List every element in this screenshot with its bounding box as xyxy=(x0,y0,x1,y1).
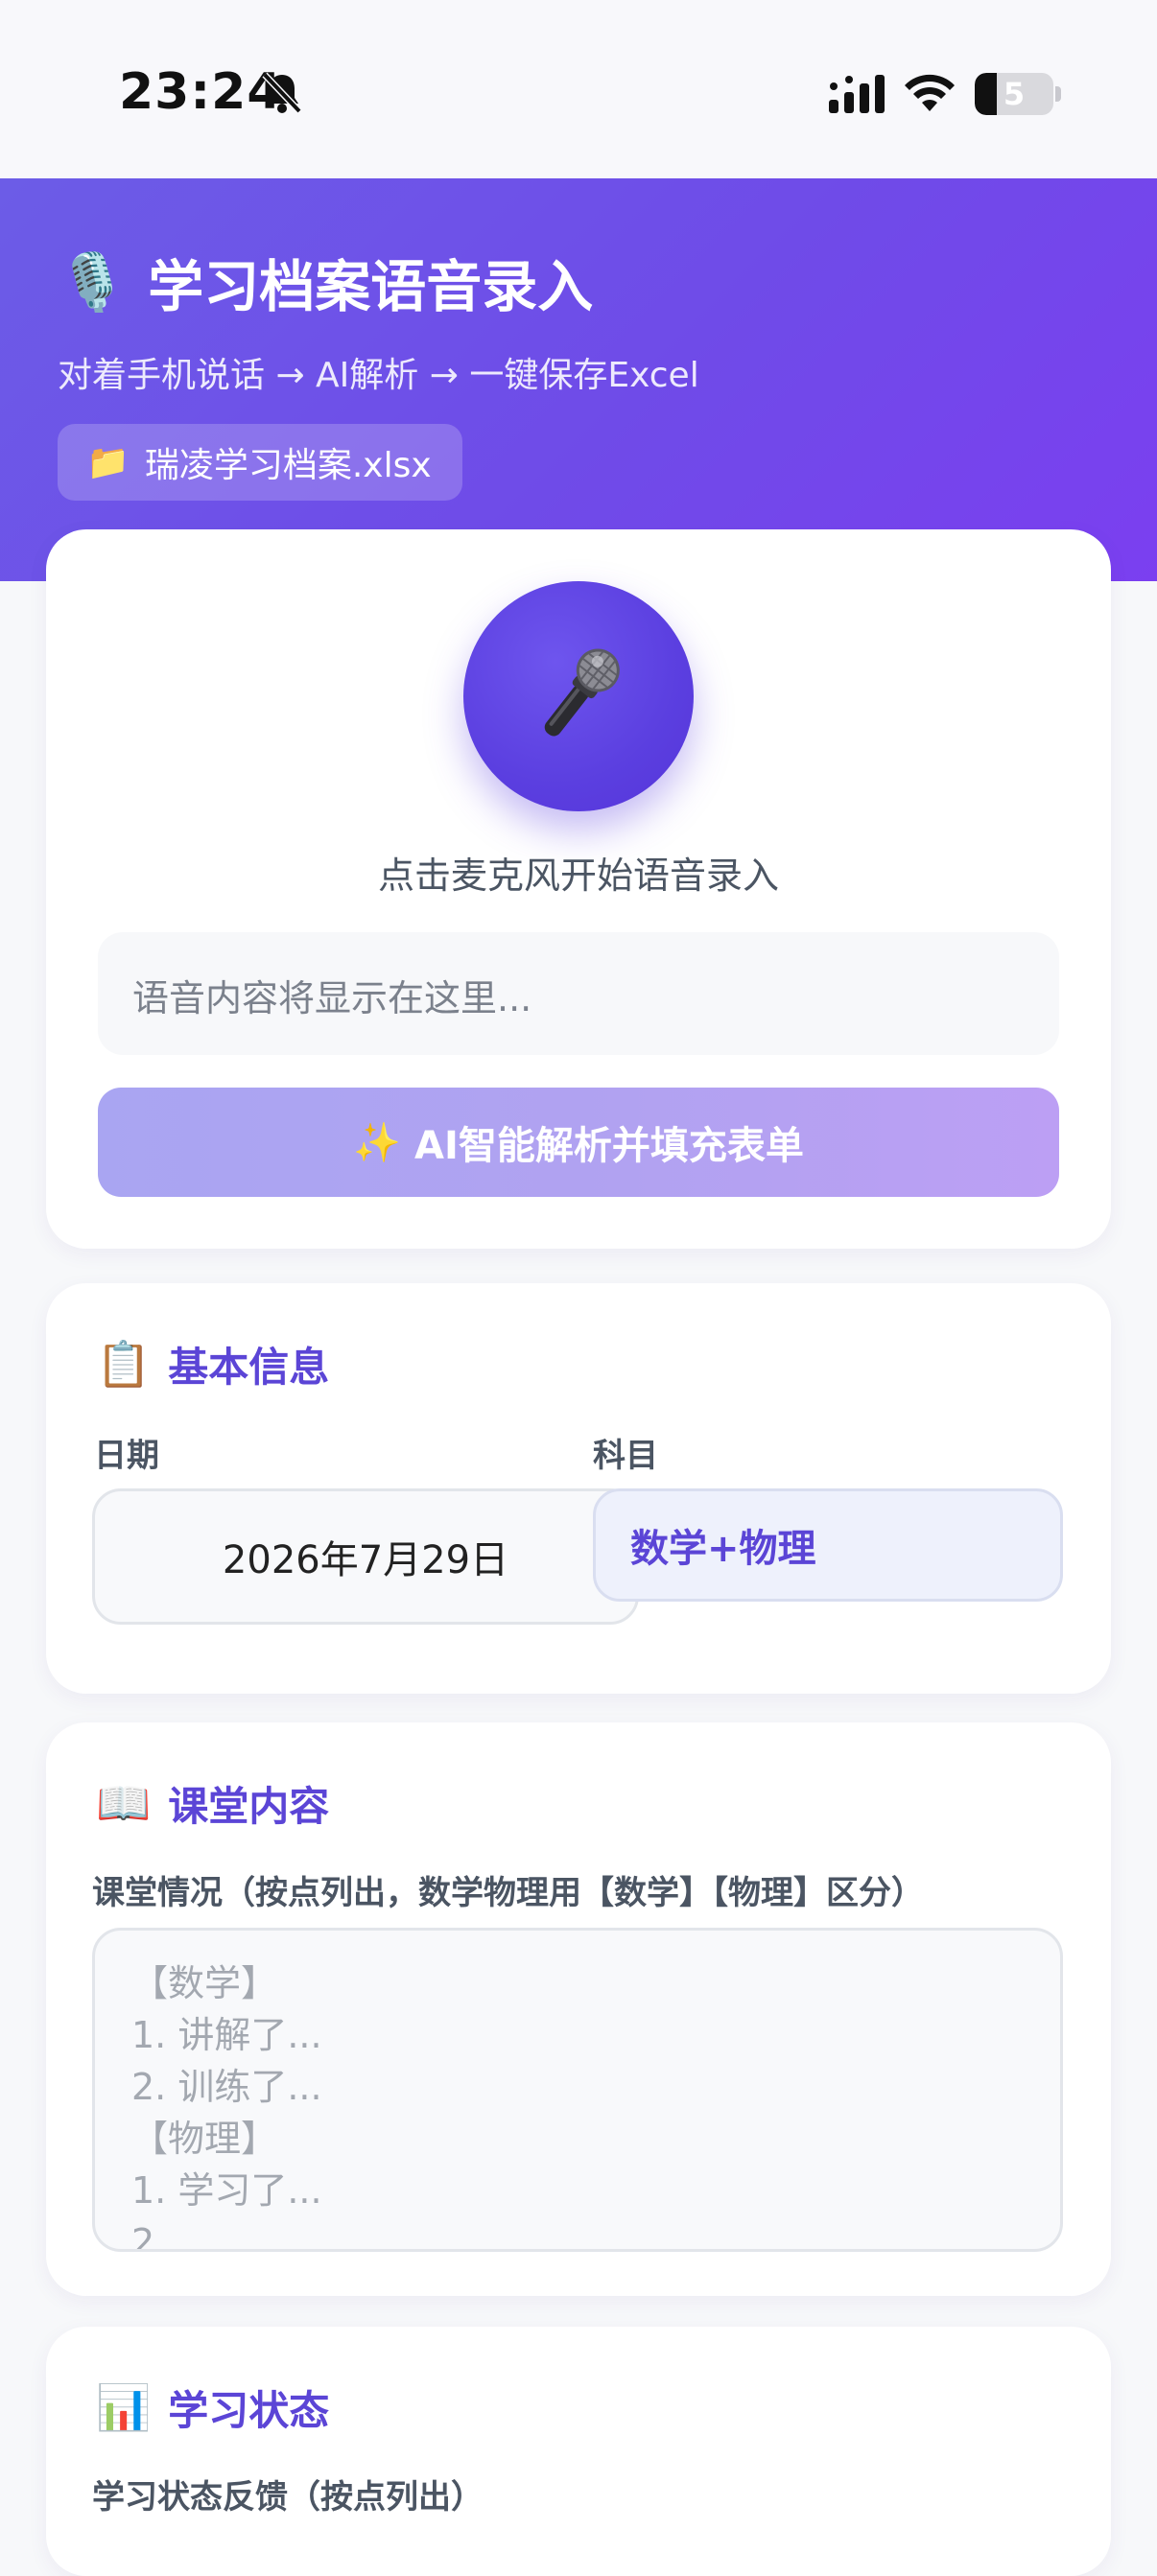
date-field[interactable]: 2026年7月29日 xyxy=(92,1488,639,1625)
class-content-title: 📖 课堂内容 xyxy=(96,1774,329,1833)
page-subtitle: 对着手机说话 → AI解析 → 一键保存Excel xyxy=(58,356,699,395)
class-content-title-text: 课堂内容 xyxy=(168,1783,330,1830)
sparkles-icon: ✨ xyxy=(353,1120,401,1165)
subject-label: 科目 xyxy=(593,1437,658,1475)
date-label: 日期 xyxy=(94,1437,159,1475)
battery-icon: 5 xyxy=(975,73,1053,115)
voice-input-card: 点击麦克风开始语音录入 语音内容将显示在这里... ✨ AI智能解析并填充表单 xyxy=(46,529,1111,1249)
study-state-label: 学习状态反馈（按点列出） xyxy=(92,2478,484,2517)
class-content-card: 📖 课堂内容 课堂情况（按点列出，数学物理用【数学】【物理】区分） 【数学】 1… xyxy=(46,1722,1111,2296)
ai-parse-button-label: AI智能解析并填充表单 xyxy=(413,1124,804,1168)
wifi-icon xyxy=(905,74,955,111)
microphone-hint: 点击麦克风开始语音录入 xyxy=(377,855,779,897)
folder-icon: 📁 xyxy=(86,443,130,482)
status-bar: 23:24 5 xyxy=(0,0,1157,178)
study-state-card: 📊 学习状态 学习状态反馈（按点列出） xyxy=(46,2327,1111,2576)
clipboard-icon: 📋 xyxy=(96,1338,152,1390)
microphone-button[interactable] xyxy=(463,581,694,811)
file-name: 瑞凌学习档案.xlsx xyxy=(144,446,432,485)
app-header: 🎙️ 学习档案语音录入 对着手机说话 → AI解析 → 一键保存Excel 📁 … xyxy=(0,178,1157,581)
page-title-text: 学习档案语音录入 xyxy=(148,254,594,319)
study-state-title: 📊 学习状态 xyxy=(96,2378,329,2437)
class-content-textarea[interactable]: 【数学】 1. 讲解了... 2. 训练了... 【物理】 1. 学习了... … xyxy=(92,1928,1063,2252)
basic-info-title-text: 基本信息 xyxy=(168,1344,330,1391)
page-title: 🎙️ 学习档案语音录入 xyxy=(58,242,593,322)
class-content-label: 课堂情况（按点列出，数学物理用【数学】【物理】区分） xyxy=(92,1874,924,1912)
ai-parse-button[interactable]: ✨ AI智能解析并填充表单 xyxy=(98,1088,1059,1197)
bar-chart-icon: 📊 xyxy=(96,2381,152,2433)
open-book-icon: 📖 xyxy=(96,1777,152,1829)
bell-off-icon xyxy=(262,72,302,114)
battery-tip xyxy=(1055,86,1061,102)
file-chip[interactable]: 📁 瑞凌学习档案.xlsx xyxy=(58,424,462,501)
status-time: 23:24 xyxy=(119,63,283,121)
cellular-signal-icon xyxy=(829,75,885,113)
transcript-field[interactable]: 语音内容将显示在这里... xyxy=(98,932,1059,1055)
subject-field[interactable]: 数学+物理 xyxy=(593,1488,1063,1602)
study-state-title-text: 学习状态 xyxy=(168,2387,330,2434)
basic-info-title: 📋 基本信息 xyxy=(96,1335,329,1393)
studio-microphone-icon: 🎙️ xyxy=(58,248,128,315)
battery-level: 5 xyxy=(1003,76,1026,112)
microphone-icon xyxy=(544,648,620,737)
basic-info-card: 📋 基本信息 日期 科目 2026年7月29日 数学+物理 xyxy=(46,1283,1111,1694)
